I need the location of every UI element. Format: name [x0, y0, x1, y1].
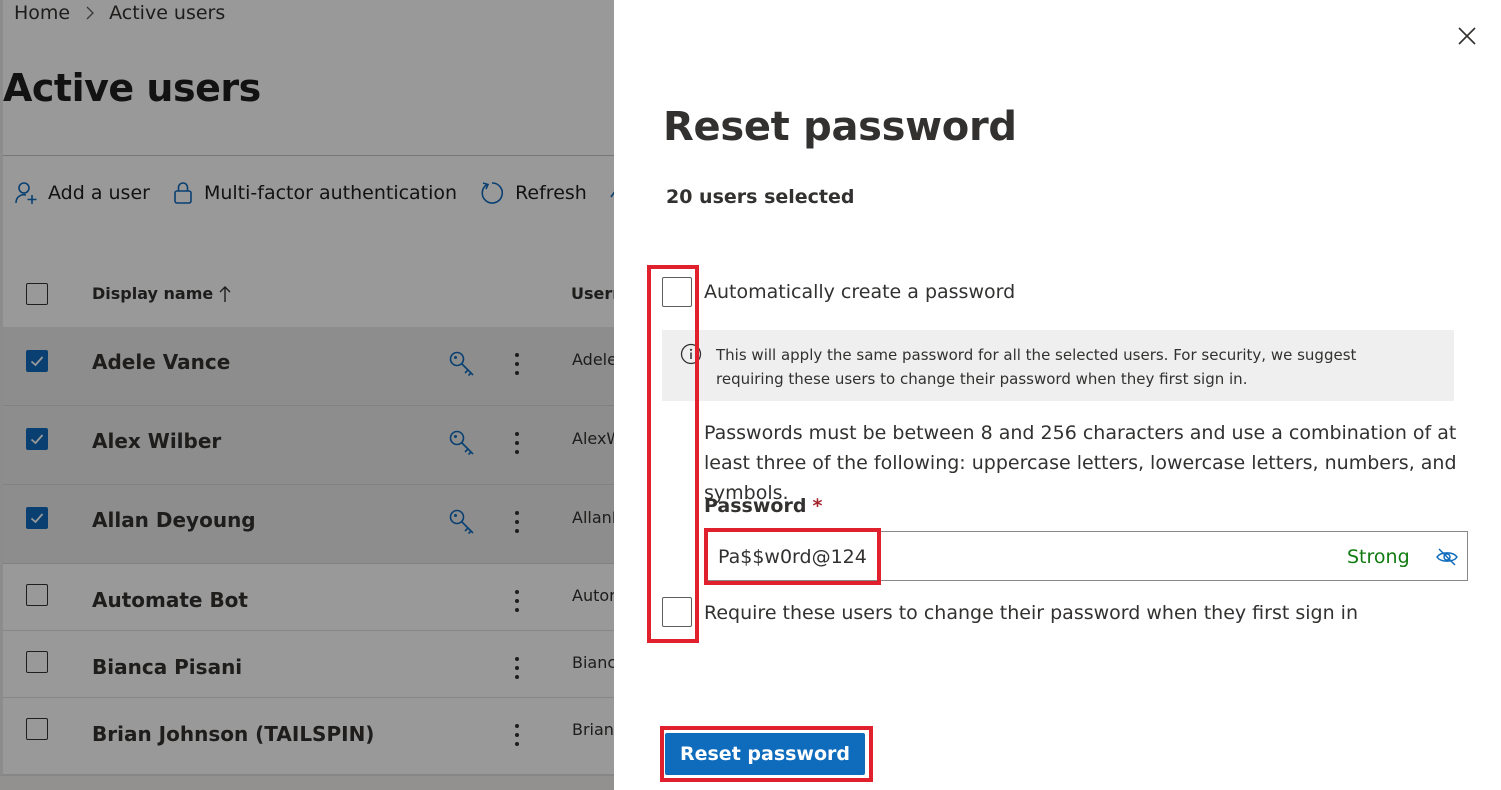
highlight-checkboxes — [647, 265, 699, 643]
password-requirements: Passwords must be between 8 and 256 char… — [704, 422, 1457, 504]
reset-password-button[interactable]: Reset password — [665, 733, 865, 775]
info-text: This will apply the same password for al… — [716, 346, 1357, 388]
auto-create-password-checkbox[interactable] — [662, 277, 692, 307]
require-change-password-checkbox[interactable] — [662, 597, 692, 627]
selected-count: 20 users selected — [666, 186, 855, 208]
auto-create-password-label[interactable]: Automatically create a password — [704, 281, 1015, 303]
hide-password-icon[interactable] — [1435, 545, 1459, 569]
password-strength: Strong — [1347, 546, 1410, 568]
close-icon — [1458, 27, 1476, 45]
info-icon — [680, 343, 702, 365]
required-indicator: * — [812, 495, 823, 517]
password-input[interactable]: Pa$$w0rd@124 Strong — [704, 531, 1468, 581]
modal-overlay[interactable] — [0, 0, 614, 790]
password-label: Password * — [704, 495, 822, 517]
reset-password-panel: Reset password 20 users selected Automat… — [614, 0, 1501, 790]
close-button[interactable] — [1455, 24, 1479, 48]
panel-title: Reset password — [663, 104, 1017, 150]
info-message: This will apply the same password for al… — [662, 330, 1454, 401]
password-label-text: Password — [704, 495, 807, 517]
password-value: Pa$$w0rd@124 — [718, 546, 867, 568]
require-change-password-label[interactable]: Require these users to change their pass… — [704, 602, 1358, 624]
